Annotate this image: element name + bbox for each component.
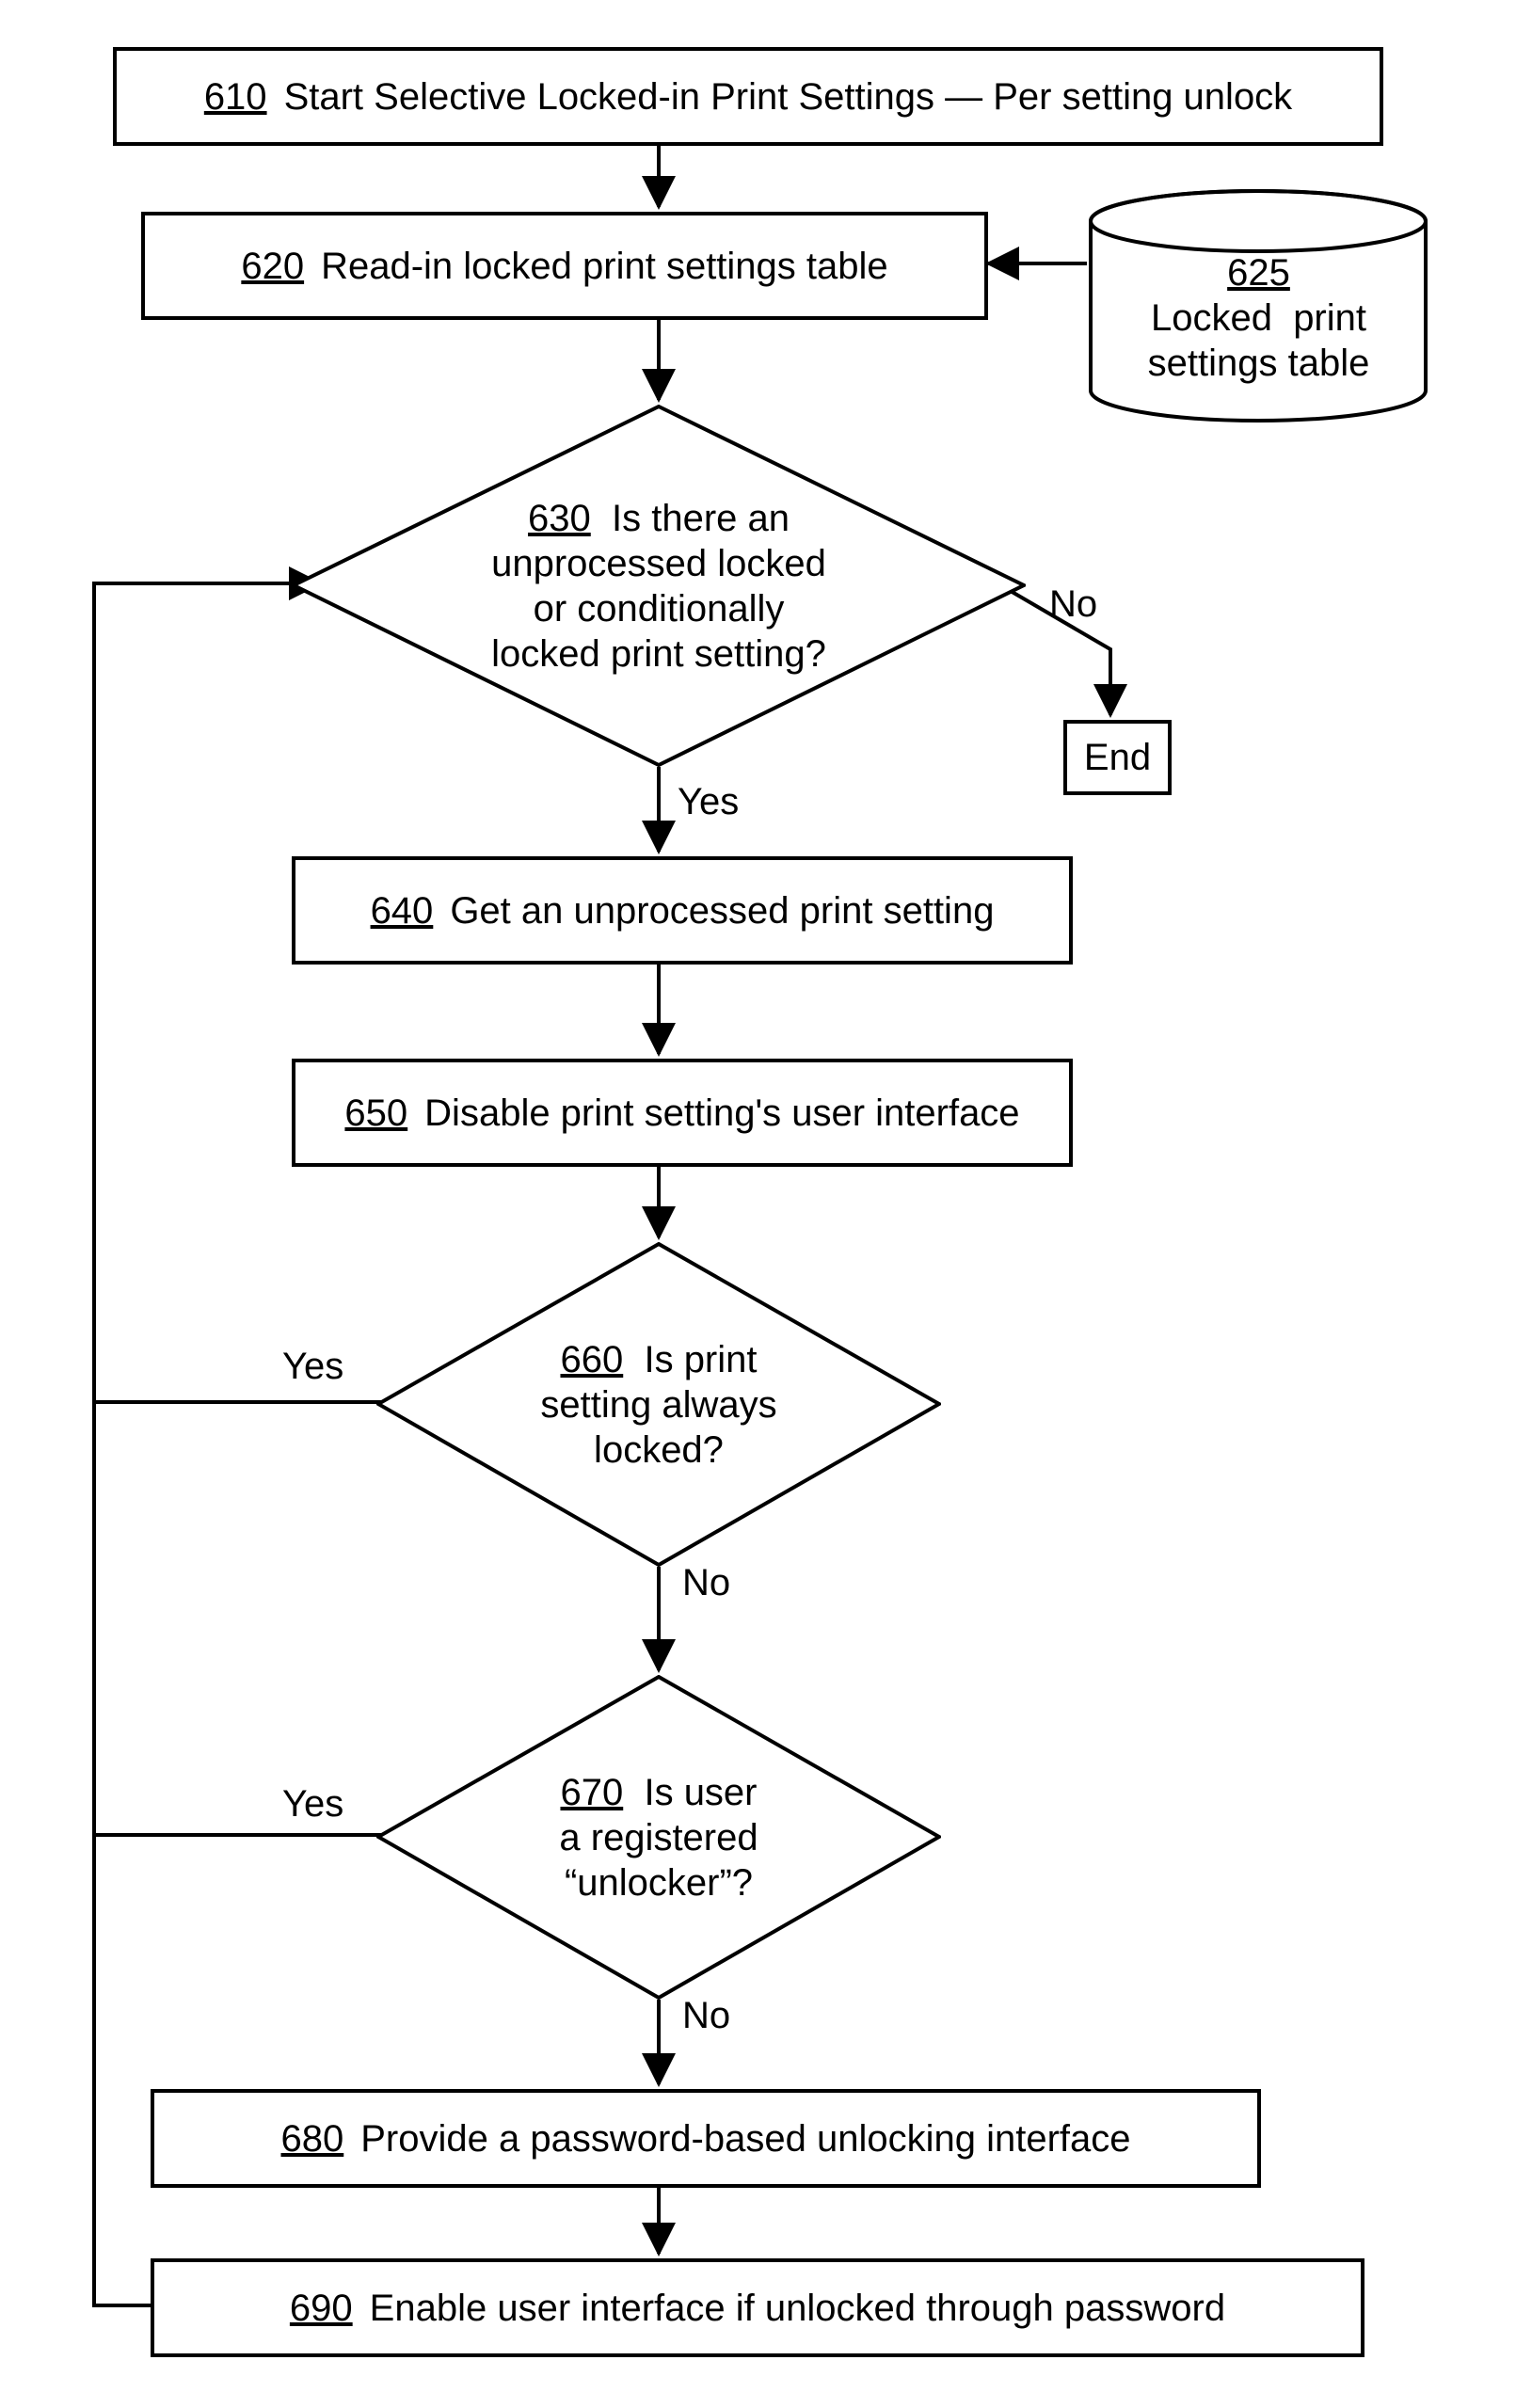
node-660-decision: 660 Is print setting always locked?	[376, 1242, 941, 1567]
node-610-start: 610 Start Selective Locked-in Print Sett…	[113, 47, 1383, 146]
node-660-num: 660	[560, 1339, 623, 1380]
node-640-get-setting: 640 Get an unprocessed print setting	[292, 856, 1073, 965]
label-670-yes: Yes	[282, 1783, 343, 1826]
label-630-yes: Yes	[678, 781, 739, 823]
label-670-no: No	[682, 1995, 730, 2037]
node-625-num: 625	[1227, 252, 1290, 294]
node-680-text: Provide a password-based unlocking inter…	[360, 2115, 1130, 2162]
node-670-label: 670 Is user a registered “unlocker”?	[559, 1770, 758, 1906]
node-640-text: Get an unprocessed print setting	[450, 887, 994, 934]
label-630-no: No	[1049, 583, 1097, 626]
node-625-cylinder: 625 Locked print settings table	[1087, 188, 1430, 423]
node-640-num: 640	[371, 887, 434, 934]
node-680-num: 680	[281, 2115, 344, 2162]
node-625-text: Locked print settings table	[1148, 297, 1370, 384]
node-690-text: Enable user interface if unlocked throug…	[370, 2285, 1225, 2332]
node-630-decision: 630 Is there an unprocessed locked or co…	[292, 405, 1026, 767]
node-690-enable-ui: 690 Enable user interface if unlocked th…	[151, 2258, 1364, 2357]
node-670-num: 670	[560, 1772, 623, 1813]
node-end: End	[1063, 720, 1172, 795]
node-650-num: 650	[344, 1090, 407, 1137]
node-625-label: 625 Locked print settings table	[1148, 250, 1370, 386]
flowchart: 610 Start Selective Locked-in Print Sett…	[0, 0, 1516, 2408]
node-660-label: 660 Is print setting always locked?	[540, 1337, 776, 1473]
node-630-label: 630 Is there an unprocessed locked or co…	[491, 496, 826, 677]
node-670-decision: 670 Is user a registered “unlocker”?	[376, 1675, 941, 2000]
node-610-num: 610	[204, 73, 267, 120]
label-660-no: No	[682, 1562, 730, 1604]
label-660-yes: Yes	[282, 1346, 343, 1388]
node-690-num: 690	[290, 2285, 353, 2332]
node-610-text: Start Selective Locked-in Print Settings…	[284, 73, 1293, 120]
node-680-password-interface: 680 Provide a password-based unlocking i…	[151, 2089, 1261, 2188]
node-650-disable-ui: 650 Disable print setting's user interfa…	[292, 1059, 1073, 1167]
node-630-num: 630	[528, 498, 591, 539]
node-650-text: Disable print setting's user interface	[424, 1090, 1019, 1137]
node-end-text: End	[1084, 734, 1151, 781]
node-620-text: Read-in locked print settings table	[321, 243, 888, 290]
node-620-read-table: 620 Read-in locked print settings table	[141, 212, 988, 320]
node-620-num: 620	[241, 243, 304, 290]
